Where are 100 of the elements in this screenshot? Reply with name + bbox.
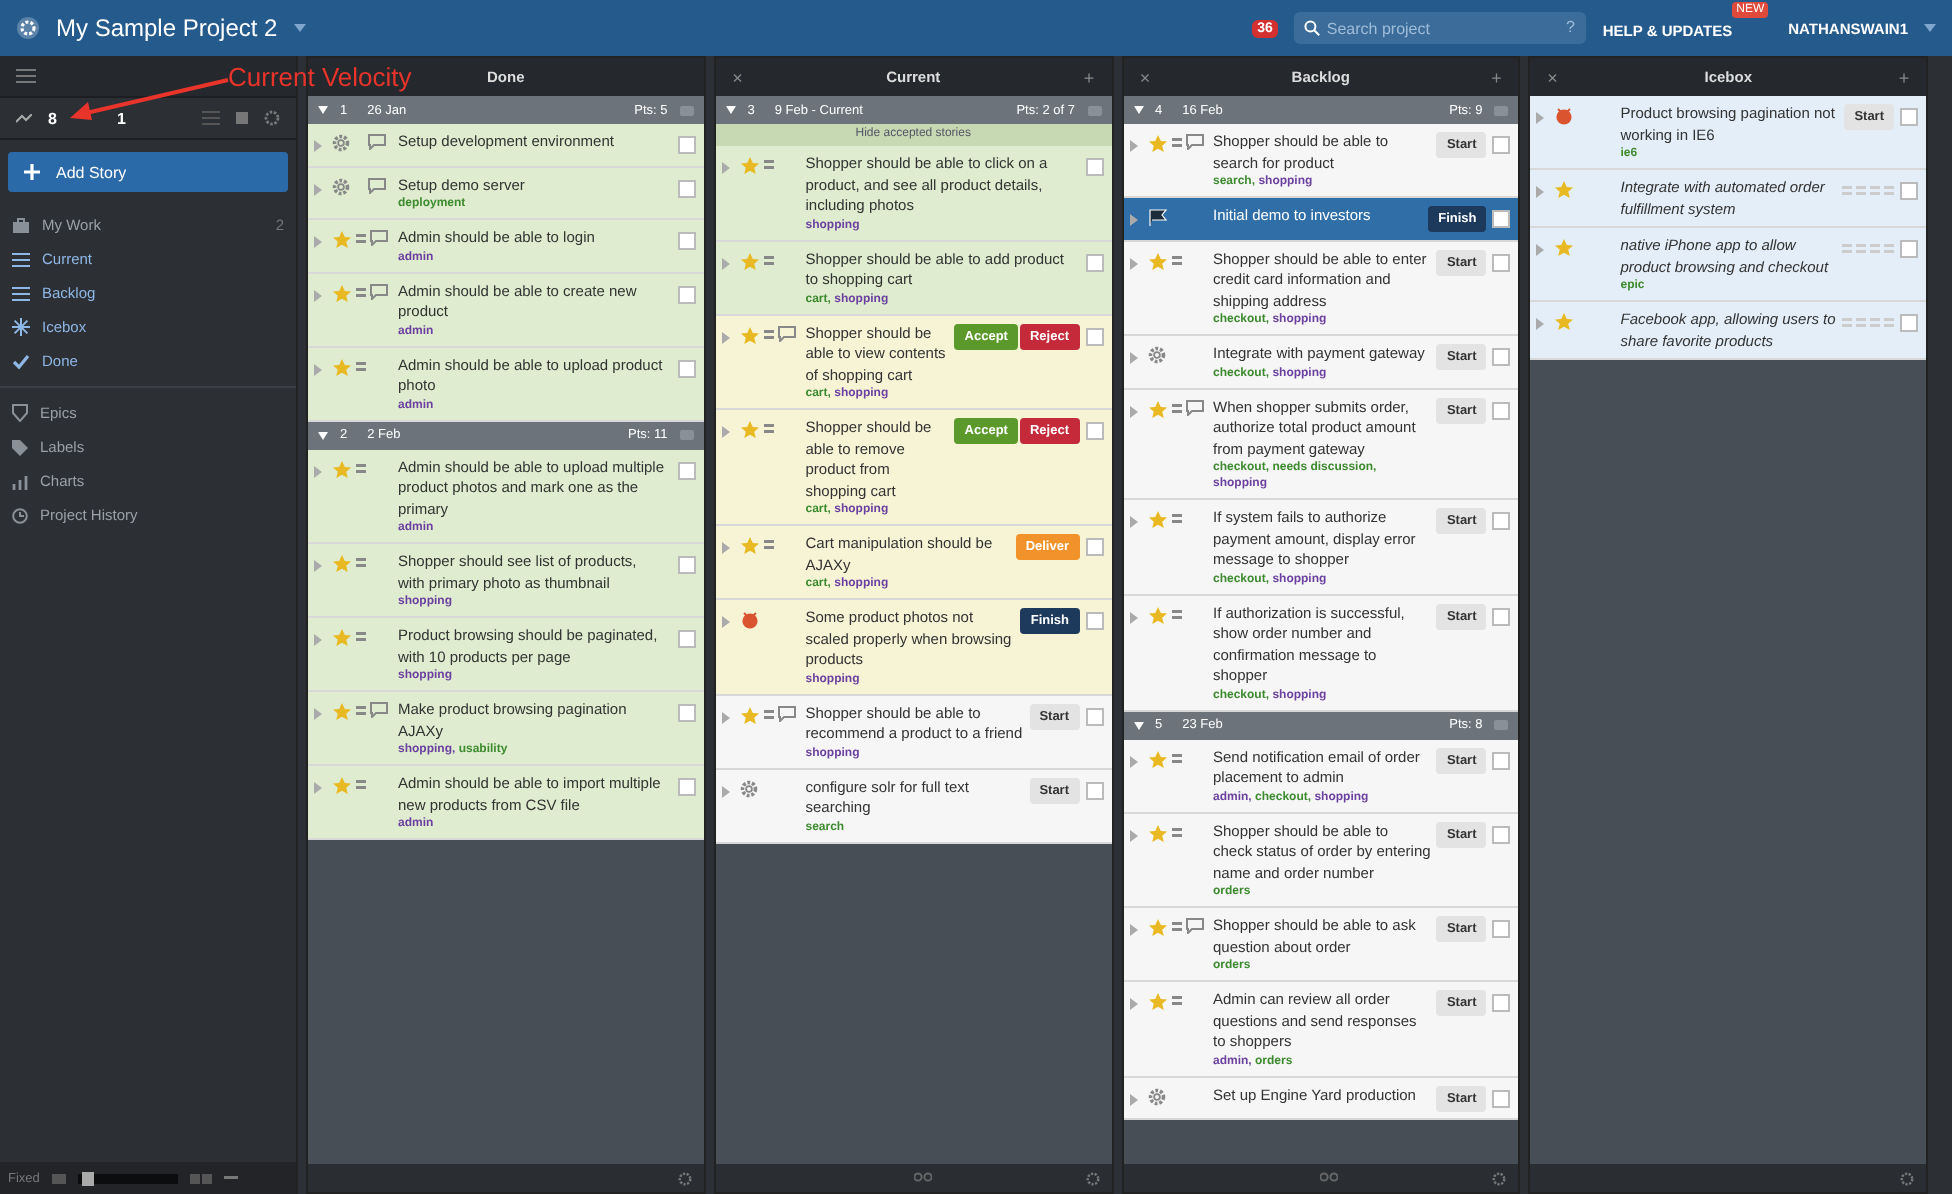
expand-icon[interactable] xyxy=(314,465,322,477)
story-checkbox[interactable] xyxy=(677,461,696,479)
expand-icon[interactable] xyxy=(1129,829,1137,841)
story-checkbox[interactable] xyxy=(677,359,696,377)
expand-icon[interactable] xyxy=(314,140,322,152)
expand-icon[interactable] xyxy=(721,785,730,797)
toggle-icon[interactable] xyxy=(1494,105,1509,115)
expand-icon[interactable] xyxy=(1129,352,1137,364)
gear-icon[interactable] xyxy=(677,1171,692,1185)
minus-icon[interactable] xyxy=(223,1176,238,1180)
add-icon[interactable]: + xyxy=(1893,67,1914,87)
expand-icon[interactable] xyxy=(1129,611,1137,623)
expand-icon[interactable] xyxy=(314,708,322,720)
expand-icon[interactable] xyxy=(1536,318,1545,330)
close-icon[interactable]: × xyxy=(1542,67,1563,87)
collapse-icon[interactable] xyxy=(1133,106,1143,114)
collapse-icon[interactable] xyxy=(318,106,328,114)
toggle-icon[interactable] xyxy=(1087,105,1101,115)
menu-icon[interactable] xyxy=(16,68,36,84)
story-checkbox[interactable] xyxy=(677,630,696,648)
story-checkbox[interactable] xyxy=(1492,136,1511,154)
expand-icon[interactable] xyxy=(721,542,730,554)
story-checkbox[interactable] xyxy=(1900,240,1918,258)
project-name[interactable]: My Sample Project 2 xyxy=(56,14,278,42)
story-checkbox[interactable] xyxy=(677,136,696,154)
expand-icon[interactable] xyxy=(721,426,730,438)
story-checkbox[interactable] xyxy=(1085,707,1103,725)
story-checkbox[interactable] xyxy=(1492,825,1511,843)
story-checkbox[interactable] xyxy=(1085,538,1103,556)
zoom-slider[interactable] xyxy=(77,1173,178,1183)
story-checkbox[interactable] xyxy=(1085,612,1103,630)
expand-icon[interactable] xyxy=(1536,186,1545,198)
story-checkbox[interactable] xyxy=(1900,108,1918,126)
add-icon[interactable]: + xyxy=(1079,67,1099,87)
story-checkbox[interactable] xyxy=(1492,1089,1511,1107)
story-checkbox[interactable] xyxy=(1492,253,1511,271)
story-checkbox[interactable] xyxy=(677,179,696,197)
story-checkbox[interactable] xyxy=(1085,158,1103,176)
expand-icon[interactable] xyxy=(1129,214,1137,226)
expand-icon[interactable] xyxy=(1129,516,1137,528)
expand-icon[interactable] xyxy=(314,183,322,195)
expand-icon[interactable] xyxy=(721,162,730,174)
add-story-button[interactable]: Add Story xyxy=(8,152,288,192)
story-checkbox[interactable] xyxy=(1492,607,1511,625)
expand-icon[interactable] xyxy=(1129,405,1137,417)
expand-icon[interactable] xyxy=(721,711,730,723)
expand-icon[interactable] xyxy=(314,560,322,572)
gear-icon[interactable] xyxy=(1085,1171,1099,1185)
caret-icon[interactable] xyxy=(1924,24,1936,32)
story-checkbox[interactable] xyxy=(677,232,696,250)
zoom-thumb[interactable] xyxy=(82,1171,95,1185)
caret-icon[interactable] xyxy=(293,24,306,32)
story-checkbox[interactable] xyxy=(1085,422,1103,440)
story-checkbox[interactable] xyxy=(1492,751,1511,769)
expand-icon[interactable] xyxy=(1536,244,1545,256)
close-icon[interactable]: × xyxy=(727,67,748,87)
expand-icon[interactable] xyxy=(314,236,322,248)
toggle-icon[interactable] xyxy=(1494,720,1509,730)
expand-icon[interactable] xyxy=(1129,924,1137,936)
toggle-icon[interactable] xyxy=(679,105,694,115)
story-checkbox[interactable] xyxy=(1085,781,1103,799)
story-checkbox[interactable] xyxy=(1492,210,1511,228)
expand-icon[interactable] xyxy=(1129,755,1137,767)
list-icon[interactable] xyxy=(202,110,220,126)
expand-icon[interactable] xyxy=(314,634,322,646)
expand-icon[interactable] xyxy=(314,782,322,794)
collapse-icon[interactable] xyxy=(725,106,736,114)
link-icon[interactable] xyxy=(1320,1172,1339,1182)
expand-icon[interactable] xyxy=(1536,112,1545,124)
expand-icon[interactable] xyxy=(721,616,730,628)
story-checkbox[interactable] xyxy=(1492,920,1511,938)
expand-icon[interactable] xyxy=(721,331,730,343)
narrow-columns-icon[interactable] xyxy=(51,1173,66,1183)
story-checkbox[interactable] xyxy=(1900,182,1918,200)
toggle-icon[interactable] xyxy=(679,430,694,440)
gear-icon[interactable] xyxy=(16,16,40,40)
story-checkbox[interactable] xyxy=(677,556,696,574)
expand-icon[interactable] xyxy=(1129,140,1137,152)
story-checkbox[interactable] xyxy=(1492,348,1511,366)
story-checkbox[interactable] xyxy=(1492,994,1511,1012)
expand-icon[interactable] xyxy=(314,363,322,375)
gear-icon[interactable] xyxy=(1900,1171,1914,1185)
close-icon[interactable]: × xyxy=(1135,67,1155,87)
story-checkbox[interactable] xyxy=(1492,512,1511,530)
wide-columns-icon[interactable] xyxy=(189,1173,212,1183)
expand-icon[interactable] xyxy=(314,289,322,301)
gear-icon[interactable] xyxy=(1492,1171,1507,1185)
collapse-icon[interactable] xyxy=(318,431,328,439)
story-checkbox[interactable] xyxy=(1900,314,1918,332)
collapse-icon[interactable] xyxy=(1133,721,1143,729)
expand-icon[interactable] xyxy=(1129,1093,1137,1105)
story-checkbox[interactable] xyxy=(1085,327,1103,345)
story-checkbox[interactable] xyxy=(677,778,696,796)
story-checkbox[interactable] xyxy=(1492,401,1511,419)
story-checkbox[interactable] xyxy=(677,704,696,722)
add-icon[interactable]: + xyxy=(1486,67,1507,87)
expand-icon[interactable] xyxy=(721,257,730,269)
expand-icon[interactable] xyxy=(1129,257,1137,269)
expand-icon[interactable] xyxy=(1129,998,1137,1010)
story-checkbox[interactable] xyxy=(677,285,696,303)
